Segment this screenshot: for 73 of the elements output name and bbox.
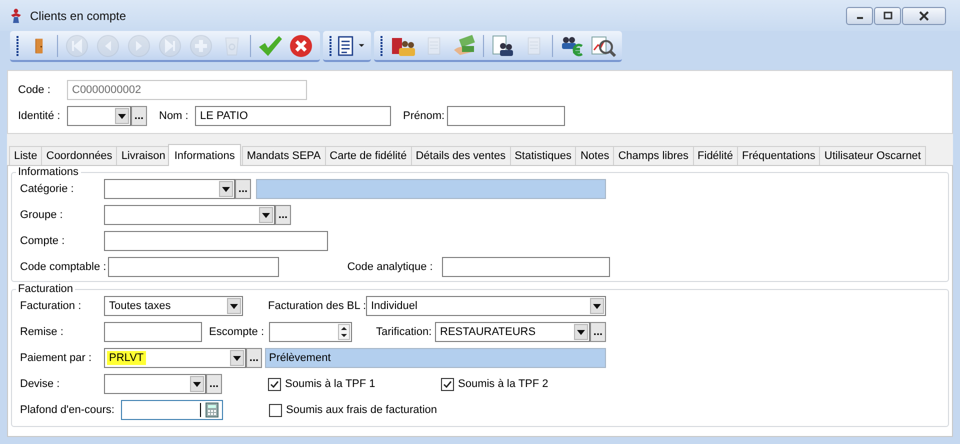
minimize-button[interactable] bbox=[846, 6, 873, 24]
field-label: Remise : bbox=[20, 326, 64, 338]
check-icon[interactable] bbox=[256, 34, 282, 58]
checkbox-box[interactable] bbox=[269, 404, 282, 416]
checkbox[interactable]: Soumis aux frais de facturation bbox=[269, 404, 438, 416]
pricing-combo-box[interactable]: RESTAURATEURS bbox=[435, 322, 590, 342]
analytic-code-field[interactable] bbox=[442, 257, 610, 277]
grip-icon[interactable] bbox=[16, 34, 19, 56]
checkbox-box[interactable] bbox=[441, 378, 454, 390]
browse-button[interactable]: ... bbox=[590, 322, 606, 342]
payment-description-field: Prélèvement bbox=[265, 348, 606, 368]
close-icon[interactable] bbox=[919, 10, 929, 20]
people-sheet-icon[interactable] bbox=[490, 34, 516, 58]
field-label: Catégorie : bbox=[20, 183, 75, 195]
field-label: Paiement par : bbox=[20, 352, 93, 364]
cancel-icon[interactable] bbox=[288, 34, 312, 58]
identity-combo-box[interactable] bbox=[67, 106, 131, 126]
browse-button[interactable]: ... bbox=[246, 348, 262, 368]
field-label: Identité : bbox=[18, 110, 62, 122]
currency-combo-box[interactable] bbox=[104, 374, 206, 394]
maximize-icon[interactable] bbox=[882, 10, 892, 20]
field-label: Prénom: bbox=[403, 110, 446, 122]
field-label: Code analytique : bbox=[347, 261, 434, 273]
credit-limit-field[interactable] bbox=[121, 400, 223, 420]
field-label: Escompte : bbox=[209, 326, 266, 338]
checkbox[interactable]: Soumis à la TPF 2 bbox=[441, 378, 548, 390]
browse-button[interactable]: ... bbox=[206, 374, 222, 394]
field-label: Tarification: bbox=[376, 326, 433, 338]
tab[interactable]: Utilisateur Oscarnet bbox=[819, 146, 926, 165]
window-title: Clients en compte bbox=[30, 8, 128, 22]
name-field[interactable]: LE PATIO bbox=[195, 106, 391, 126]
tab[interactable]: Mandats SEPA bbox=[242, 146, 326, 165]
combo-value: RESTAURATEURS bbox=[439, 325, 537, 339]
report-menu-icon[interactable] bbox=[336, 34, 367, 58]
field-label: Code : bbox=[18, 84, 52, 96]
chart-search-icon[interactable] bbox=[590, 34, 616, 58]
browse-button[interactable]: ... bbox=[275, 205, 291, 225]
field-label: Plafond d'en-cours: bbox=[20, 404, 116, 416]
field-label: Groupe : bbox=[20, 209, 64, 221]
payment-combo-box[interactable]: PRLVT bbox=[104, 348, 246, 368]
spinner-arrows-icon[interactable] bbox=[338, 324, 350, 340]
calculator-icon[interactable] bbox=[204, 402, 220, 418]
delivery-billing-combo-box[interactable]: Individuel bbox=[366, 296, 606, 316]
tab[interactable]: Informations bbox=[168, 144, 241, 166]
discount-field[interactable] bbox=[104, 322, 202, 342]
field-label: Facturation des BL : bbox=[268, 300, 366, 312]
money-hand-icon[interactable] bbox=[452, 34, 478, 58]
group-title: Informations bbox=[17, 166, 80, 178]
browse-button[interactable]: ... bbox=[131, 106, 147, 126]
accounting-code-field[interactable] bbox=[108, 257, 280, 277]
group-combo-box[interactable] bbox=[104, 205, 275, 225]
combo-value: PRLVT bbox=[107, 351, 146, 365]
grip-icon[interactable] bbox=[329, 34, 332, 56]
account-field[interactable] bbox=[104, 231, 328, 251]
field-label: Facturation : bbox=[20, 300, 82, 312]
grip-icon[interactable] bbox=[380, 34, 383, 56]
group-title: Facturation bbox=[17, 283, 74, 295]
field-label: Code comptable : bbox=[20, 261, 108, 273]
maximize-button[interactable] bbox=[874, 6, 901, 24]
spin-field[interactable] bbox=[269, 322, 352, 342]
category-combo-box[interactable] bbox=[104, 179, 235, 199]
field-label: Nom : bbox=[159, 110, 190, 122]
close-button[interactable] bbox=[902, 6, 946, 24]
combo-value: Individuel bbox=[370, 299, 418, 313]
combo-value: Toutes taxes bbox=[108, 299, 172, 313]
billing-combo-box[interactable]: Toutes taxes bbox=[104, 296, 243, 316]
field-label: Devise : bbox=[20, 378, 61, 390]
tab[interactable]: Liste bbox=[9, 146, 42, 165]
browse-button[interactable]: ... bbox=[235, 179, 251, 199]
checkbox[interactable]: Soumis à la TPF 1 bbox=[268, 378, 441, 390]
first-name-field[interactable] bbox=[447, 106, 565, 126]
field-label: Compte : bbox=[20, 235, 66, 247]
checkbox-box[interactable] bbox=[268, 378, 281, 390]
